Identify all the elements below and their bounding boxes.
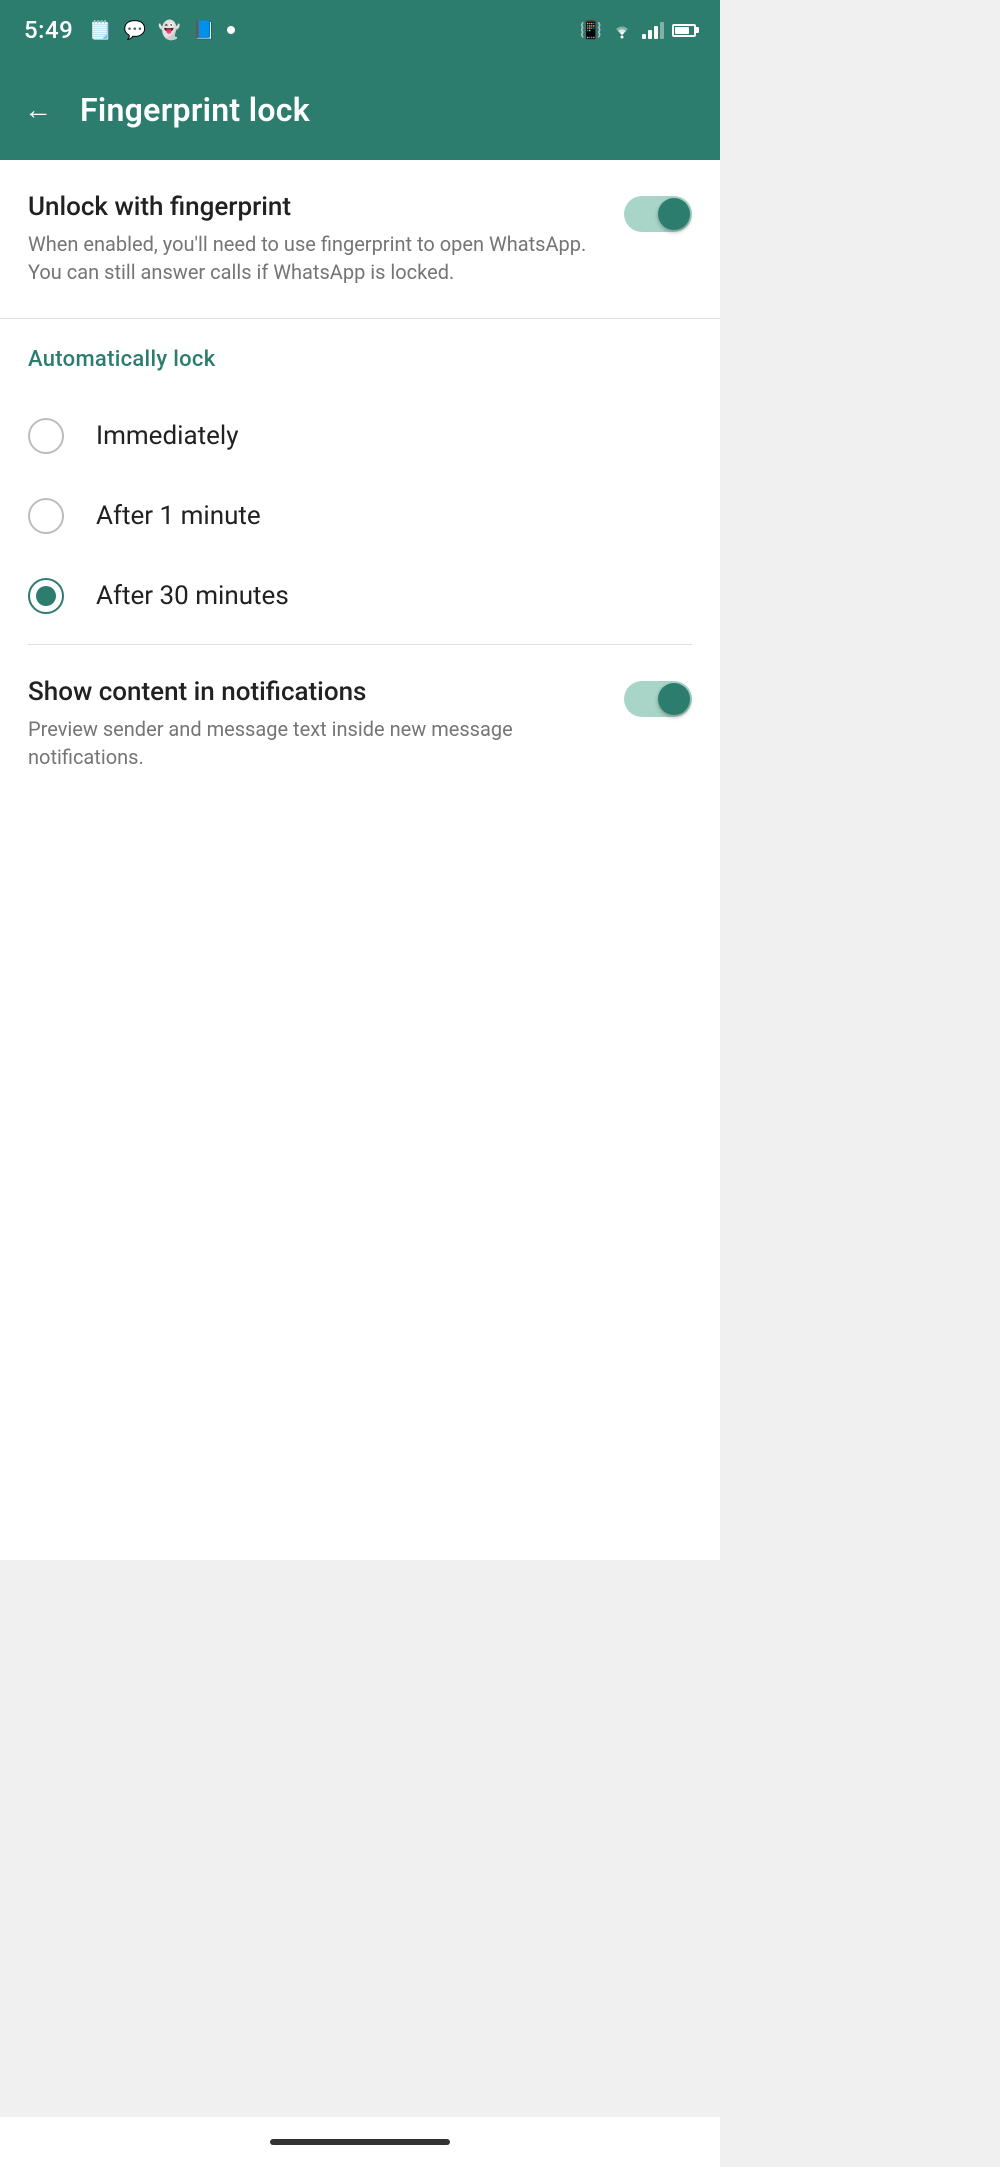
auto-lock-section-header: Automatically lock (0, 319, 720, 388)
unlock-fingerprint-setting[interactable]: Unlock with fingerprint When enabled, yo… (0, 160, 720, 319)
battery-icon (672, 24, 696, 37)
navigation-bar (0, 2117, 720, 2167)
radio-label-immediately: Immediately (96, 421, 239, 451)
radio-label-after-1-minute: After 1 minute (96, 501, 261, 531)
notifications-content-text: Show content in notifications Preview se… (28, 677, 624, 771)
status-time: 5:49 (24, 16, 73, 44)
auto-lock-radio-group: Immediately After 1 minute After 30 minu… (0, 388, 720, 644)
messenger-icon: 💬 (124, 20, 146, 41)
radio-circle-after-30-minutes[interactable] (28, 578, 64, 614)
notification-dot (227, 26, 235, 34)
notifications-content-subtitle: Preview sender and message text inside n… (28, 715, 604, 771)
radio-inner-after-30-minutes (36, 586, 56, 606)
unlock-fingerprint-text: Unlock with fingerprint When enabled, yo… (28, 192, 624, 286)
notifications-content-setting[interactable]: Show content in notifications Preview se… (0, 645, 720, 803)
unlock-fingerprint-toggle-container[interactable] (624, 192, 692, 232)
toggle-thumb (658, 198, 690, 230)
clipboard-icon: 🗒️ (89, 20, 111, 41)
notifications-content-toggle-container[interactable] (624, 677, 692, 717)
wifi-icon (610, 21, 634, 39)
nav-indicator[interactable] (270, 2139, 450, 2145)
page-title: Fingerprint lock (80, 91, 310, 129)
content-area: Unlock with fingerprint When enabled, yo… (0, 160, 720, 1560)
radio-after-1-minute[interactable]: After 1 minute (0, 476, 720, 556)
system-icons: 📳 (580, 20, 696, 41)
back-button[interactable]: ← (24, 96, 52, 124)
unlock-fingerprint-subtitle: When enabled, you'll need to use fingerp… (28, 230, 604, 286)
radio-label-after-30-minutes: After 30 minutes (96, 581, 289, 611)
notifications-content-toggle[interactable] (624, 681, 692, 717)
vibrate-icon: 📳 (580, 20, 602, 41)
notifications-content-title: Show content in notifications (28, 677, 604, 707)
radio-circle-after-1-minute[interactable] (28, 498, 64, 534)
unlock-fingerprint-toggle[interactable] (624, 196, 692, 232)
radio-circle-immediately[interactable] (28, 418, 64, 454)
unlock-fingerprint-title: Unlock with fingerprint (28, 192, 604, 222)
status-bar: 5:49 🗒️ 💬 👻 📘 📳 (0, 0, 720, 60)
snapchat-icon: 👻 (158, 20, 180, 41)
auto-lock-label: Automatically lock (28, 347, 215, 372)
notification-icons: 🗒️ 💬 👻 📘 (89, 20, 235, 41)
signal-strength-icon (642, 21, 664, 39)
radio-immediately[interactable]: Immediately (0, 396, 720, 476)
radio-after-30-minutes[interactable]: After 30 minutes (0, 556, 720, 636)
app-bar: ← Fingerprint lock (0, 60, 720, 160)
facebook-icon: 📘 (193, 20, 215, 41)
toggle-thumb-notifications (658, 683, 690, 715)
